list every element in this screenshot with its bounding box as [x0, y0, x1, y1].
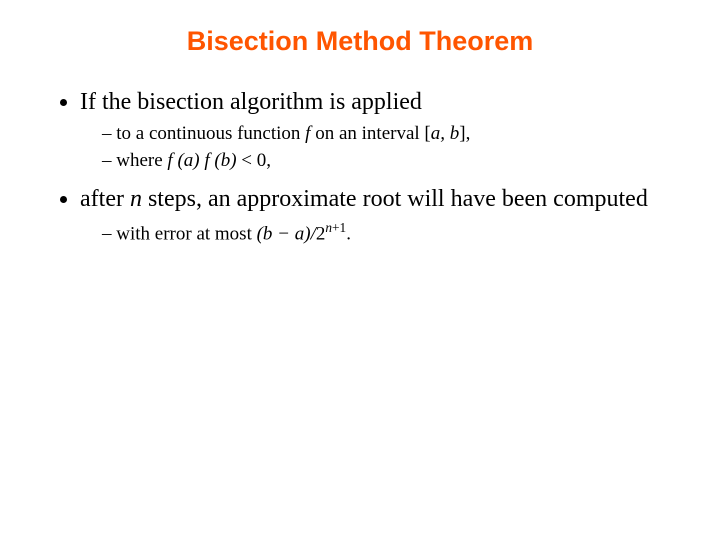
slide: Bisection Method Theorem If the bisectio… — [0, 0, 720, 540]
bullet-1-sub-1: to a continuous function f on an interva… — [102, 122, 660, 147]
b1s1-ab: a, b — [431, 123, 460, 144]
b1s2-part-b: < 0, — [237, 150, 271, 171]
bullet-2-sub-1: with error at most (b − a)/2n+1. — [102, 219, 660, 247]
bullet-1: If the bisection algorithm is applied to… — [80, 87, 660, 174]
slide-title: Bisection Method Theorem — [0, 0, 720, 87]
b2s1-part-a: with error at most — [116, 223, 256, 244]
b1s1-part-a: to a continuous function — [116, 123, 305, 144]
b2s1-two: 2 — [316, 223, 326, 244]
b2-part-a: after — [80, 186, 130, 212]
b2s1-sup-plus1: +1 — [332, 220, 346, 235]
bullet-2: after n steps, an approximate root will … — [80, 184, 660, 247]
b2s1-expr-open: (b − a)/ — [257, 223, 316, 244]
b1s2-fa: f (a) f (b) — [167, 150, 236, 171]
b2s1-sup: n+1 — [325, 220, 346, 235]
bullet-1-sublist: to a continuous function f on an interva… — [80, 122, 660, 173]
bullet-1-text: If the bisection algorithm is applied — [80, 89, 422, 115]
b1s2-part-a: where — [116, 150, 167, 171]
b1s1-part-b: on an interval [ — [310, 123, 430, 144]
b1s1-part-c: ], — [459, 123, 470, 144]
b2-n: n — [130, 186, 142, 212]
bullet-list: If the bisection algorithm is applied to… — [0, 87, 720, 247]
bullet-1-sub-2: where f (a) f (b) < 0, — [102, 149, 660, 174]
b2s1-period: . — [346, 223, 351, 244]
bullet-2-sublist: with error at most (b − a)/2n+1. — [80, 219, 660, 247]
b2-part-b: steps, an approximate root will have bee… — [142, 186, 648, 212]
